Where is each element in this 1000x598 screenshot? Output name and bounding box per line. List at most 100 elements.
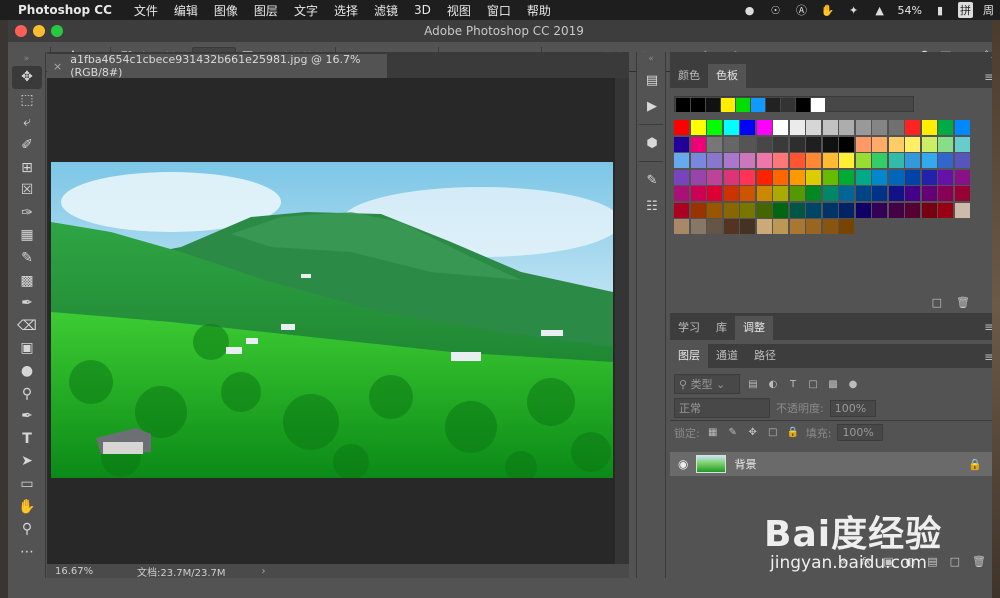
tab-adjustments[interactable]: 调整	[735, 316, 773, 340]
menu-image[interactable]: 图像	[206, 2, 246, 19]
color-swatch[interactable]	[756, 136, 772, 152]
color-swatch[interactable]	[954, 169, 970, 185]
tab-channels[interactable]: 通道	[708, 344, 746, 368]
color-swatch[interactable]	[905, 186, 920, 201]
color-swatch[interactable]	[806, 169, 821, 185]
tab-swatches[interactable]: 色板	[708, 64, 746, 88]
filter-smart-object-icon[interactable]: ▩	[826, 377, 840, 391]
color-swatch[interactable]	[773, 169, 788, 185]
color-swatch[interactable]	[822, 202, 838, 218]
vertical-scrollbar[interactable]	[615, 78, 629, 564]
date-indicator[interactable]: 周	[983, 2, 994, 18]
menu-file[interactable]: 文件	[126, 2, 166, 19]
filter-pixel-icon[interactable]: ▤	[746, 377, 760, 391]
color-swatch[interactable]	[723, 169, 739, 185]
clone-stamp-tool-icon[interactable]: ▩	[12, 269, 42, 292]
color-swatch[interactable]	[905, 120, 920, 135]
color-swatch[interactable]	[773, 202, 788, 218]
color-swatch[interactable]	[954, 136, 970, 152]
color-swatch[interactable]	[723, 186, 739, 201]
color-swatch[interactable]	[806, 186, 821, 201]
color-swatch[interactable]	[938, 153, 953, 168]
layer-row[interactable]: ◉ 背景 🔒	[670, 452, 1000, 476]
tab-libraries[interactable]: 库	[708, 316, 735, 340]
color-swatch[interactable]	[855, 202, 871, 218]
zoom-level[interactable]: 16.67%	[47, 566, 107, 577]
frame-tool-icon[interactable]: ☒	[12, 179, 42, 202]
recent-color-swatch[interactable]	[766, 98, 780, 112]
properties-panel-icon[interactable]: ☷	[639, 194, 665, 218]
color-swatch[interactable]	[690, 120, 706, 135]
recent-color-swatch[interactable]	[736, 98, 750, 112]
color-swatch[interactable]	[806, 202, 821, 218]
close-tab-icon[interactable]: ×	[53, 60, 62, 73]
color-swatch[interactable]	[839, 219, 854, 234]
status-menu-chevron-icon[interactable]: ›	[262, 566, 266, 577]
color-swatch[interactable]	[921, 202, 937, 218]
delete-layer-icon[interactable]: 🗑	[972, 555, 986, 568]
right-dock-collapse-icon[interactable]: «	[670, 52, 1000, 64]
color-swatch[interactable]	[740, 120, 755, 135]
menu-layer[interactable]: 图层	[246, 2, 286, 19]
layer-name[interactable]: 背景	[734, 456, 756, 472]
recent-color-swatch[interactable]	[721, 98, 735, 112]
color-swatch[interactable]	[839, 120, 854, 135]
tab-paths[interactable]: 路径	[746, 344, 784, 368]
lock-artboard-icon[interactable]: □	[766, 426, 780, 440]
lock-all-icon[interactable]: 🔒	[786, 426, 800, 440]
color-swatch[interactable]	[756, 169, 772, 185]
filter-adjustment-icon[interactable]: ◐	[766, 377, 780, 391]
move-tool-icon[interactable]: ✥	[12, 66, 42, 89]
menu-view[interactable]: 视图	[439, 2, 479, 19]
color-swatch[interactable]	[954, 120, 970, 135]
color-swatch[interactable]	[723, 136, 739, 152]
color-swatch[interactable]	[723, 219, 739, 234]
color-swatch[interactable]	[855, 153, 871, 168]
healing-brush-tool-icon[interactable]: ▦	[12, 224, 42, 247]
minimize-window-button[interactable]	[33, 25, 45, 37]
color-swatch[interactable]	[822, 153, 838, 168]
input-method-indicator[interactable]: 拼	[958, 2, 973, 18]
recent-color-swatch[interactable]	[811, 98, 825, 112]
color-swatch[interactable]	[954, 202, 970, 218]
color-swatch[interactable]	[674, 120, 689, 135]
close-window-button[interactable]	[15, 25, 27, 37]
recent-color-swatch[interactable]	[691, 98, 705, 112]
type-tool-icon[interactable]: T	[12, 428, 42, 451]
color-swatch[interactable]	[740, 219, 755, 234]
creative-cloud-icon[interactable]: ☉	[768, 4, 784, 17]
color-swatch[interactable]	[773, 186, 788, 201]
color-swatch[interactable]	[674, 186, 689, 201]
color-swatch[interactable]	[707, 219, 722, 234]
color-swatch[interactable]	[839, 153, 854, 168]
canvas[interactable]	[47, 78, 629, 564]
color-swatch[interactable]	[839, 169, 854, 185]
3d-panel-icon[interactable]: ⬢	[639, 131, 665, 155]
tab-layers[interactable]: 图层	[670, 344, 708, 368]
wifi-icon[interactable]: ▲	[872, 4, 888, 17]
color-swatch[interactable]	[855, 136, 871, 152]
color-swatch[interactable]	[806, 153, 821, 168]
opacity-field[interactable]: 100%	[829, 399, 876, 417]
pen-tool-icon[interactable]: ✒	[12, 405, 42, 428]
color-swatch[interactable]	[839, 136, 854, 152]
delete-swatch-icon[interactable]: 🗑	[956, 296, 970, 309]
color-swatch[interactable]	[822, 169, 838, 185]
color-swatch[interactable]	[921, 186, 937, 201]
dodge-tool-icon[interactable]: ⚲	[12, 382, 42, 405]
battery-icon[interactable]: ▮	[932, 4, 948, 17]
color-swatch[interactable]	[690, 202, 706, 218]
color-swatch[interactable]	[723, 153, 739, 168]
color-swatch[interactable]	[822, 136, 838, 152]
menu-window[interactable]: 窗口	[479, 2, 519, 19]
color-swatch[interactable]	[690, 186, 706, 201]
landscape-photo[interactable]	[51, 162, 613, 478]
tab-learn[interactable]: 学习	[670, 316, 708, 340]
color-swatch[interactable]	[822, 186, 838, 201]
blend-mode-dropdown[interactable]: 正常	[674, 398, 770, 418]
color-swatch[interactable]	[789, 136, 805, 152]
new-swatch-icon[interactable]: □	[932, 296, 942, 309]
color-swatch[interactable]	[674, 169, 689, 185]
color-swatch[interactable]	[707, 136, 722, 152]
filter-toggle-icon[interactable]: ●	[846, 377, 860, 391]
